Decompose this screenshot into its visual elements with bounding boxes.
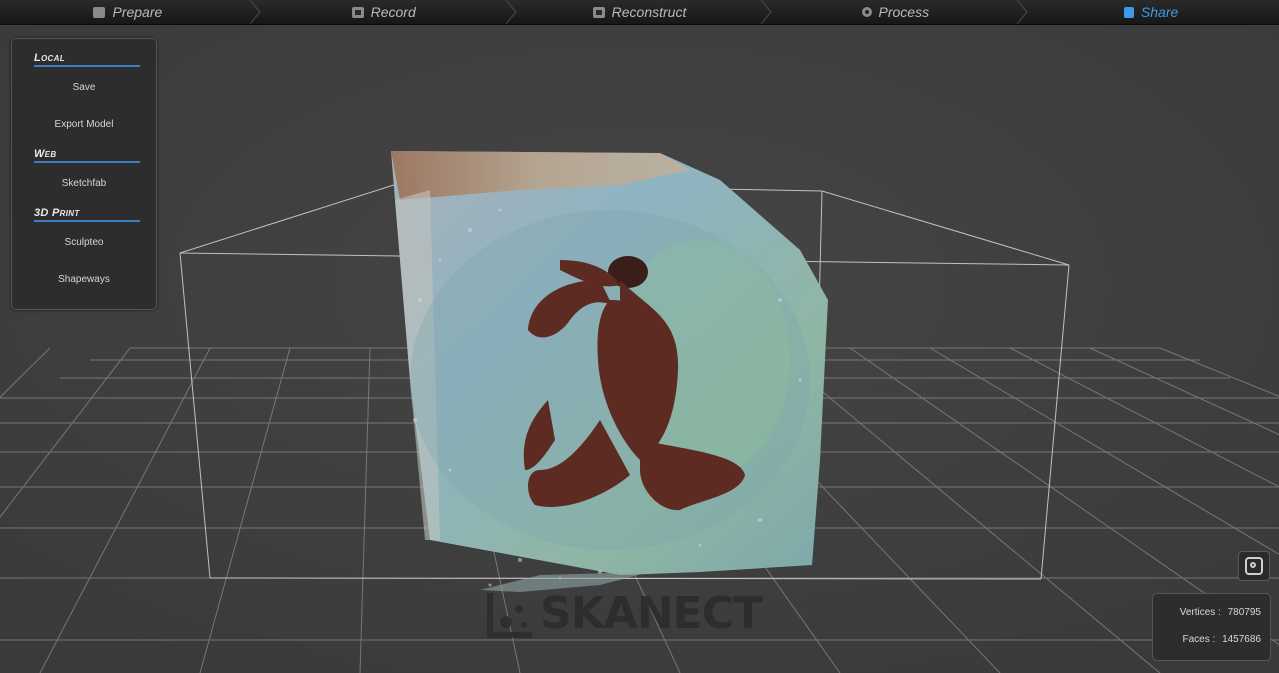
- tab-share-label: Share: [1140, 4, 1179, 20]
- shapeways-button[interactable]: Shapeways: [12, 274, 156, 285]
- logo-mark: [487, 592, 532, 638]
- vertices-value: 780795: [1227, 607, 1261, 618]
- thumbs-up-icon: [1123, 6, 1134, 18]
- tab-process[interactable]: Process: [767, 0, 1028, 24]
- camera-icon: [1245, 557, 1263, 575]
- logo-text: SKANECT: [540, 588, 763, 639]
- workflow-bar: Prepare Record Reconstruct Process Share: [0, 0, 1279, 25]
- faces-label: Faces :: [1182, 634, 1216, 645]
- mesh-stats-panel: Vertices : 780795 Faces : 1457686: [1152, 593, 1271, 661]
- 3d-viewport[interactable]: [0, 25, 1279, 673]
- export-model-button[interactable]: Export Model: [12, 119, 156, 130]
- tab-reconstruct[interactable]: Reconstruct: [512, 0, 773, 24]
- prepare-icon: [93, 6, 106, 18]
- faces-value: 1457686: [1222, 634, 1261, 645]
- tab-reconstruct-label: Reconstruct: [611, 4, 687, 20]
- tab-record[interactable]: Record: [256, 0, 517, 24]
- gear-icon: [861, 7, 872, 17]
- step-separator: [1017, 0, 1028, 24]
- film-icon: [351, 6, 364, 18]
- scene-canvas[interactable]: [0, 25, 1279, 673]
- tab-share[interactable]: Share: [1023, 0, 1279, 24]
- vertices-label: Vertices :: [1179, 607, 1221, 618]
- tab-prepare[interactable]: Prepare: [0, 0, 261, 24]
- snapshot-button[interactable]: [1238, 551, 1270, 581]
- film-icon: [592, 6, 605, 18]
- tab-prepare-label: Prepare: [112, 4, 163, 20]
- step-separator: [249, 0, 261, 24]
- save-button[interactable]: Save: [12, 82, 156, 93]
- step-separator: [761, 0, 773, 24]
- section-3d-print-title: 3D Print: [34, 206, 140, 222]
- sketchfab-button[interactable]: Sketchfab: [12, 178, 156, 189]
- section-web-title: Web: [34, 147, 140, 163]
- vertices-row: Vertices : 780795: [1180, 607, 1261, 618]
- share-panel: Local Save Export Model Web Sketchfab 3D…: [11, 38, 157, 310]
- skanect-logo: SKANECT: [486, 588, 763, 639]
- sculpteo-button[interactable]: Sculpteo: [12, 237, 156, 248]
- scanned-mesh: [391, 151, 828, 592]
- tab-process-label: Process: [878, 4, 930, 20]
- step-separator: [505, 0, 517, 24]
- section-local-title: Local: [34, 51, 140, 67]
- tab-record-label: Record: [370, 4, 416, 20]
- faces-row: Faces : 1457686: [1182, 634, 1261, 645]
